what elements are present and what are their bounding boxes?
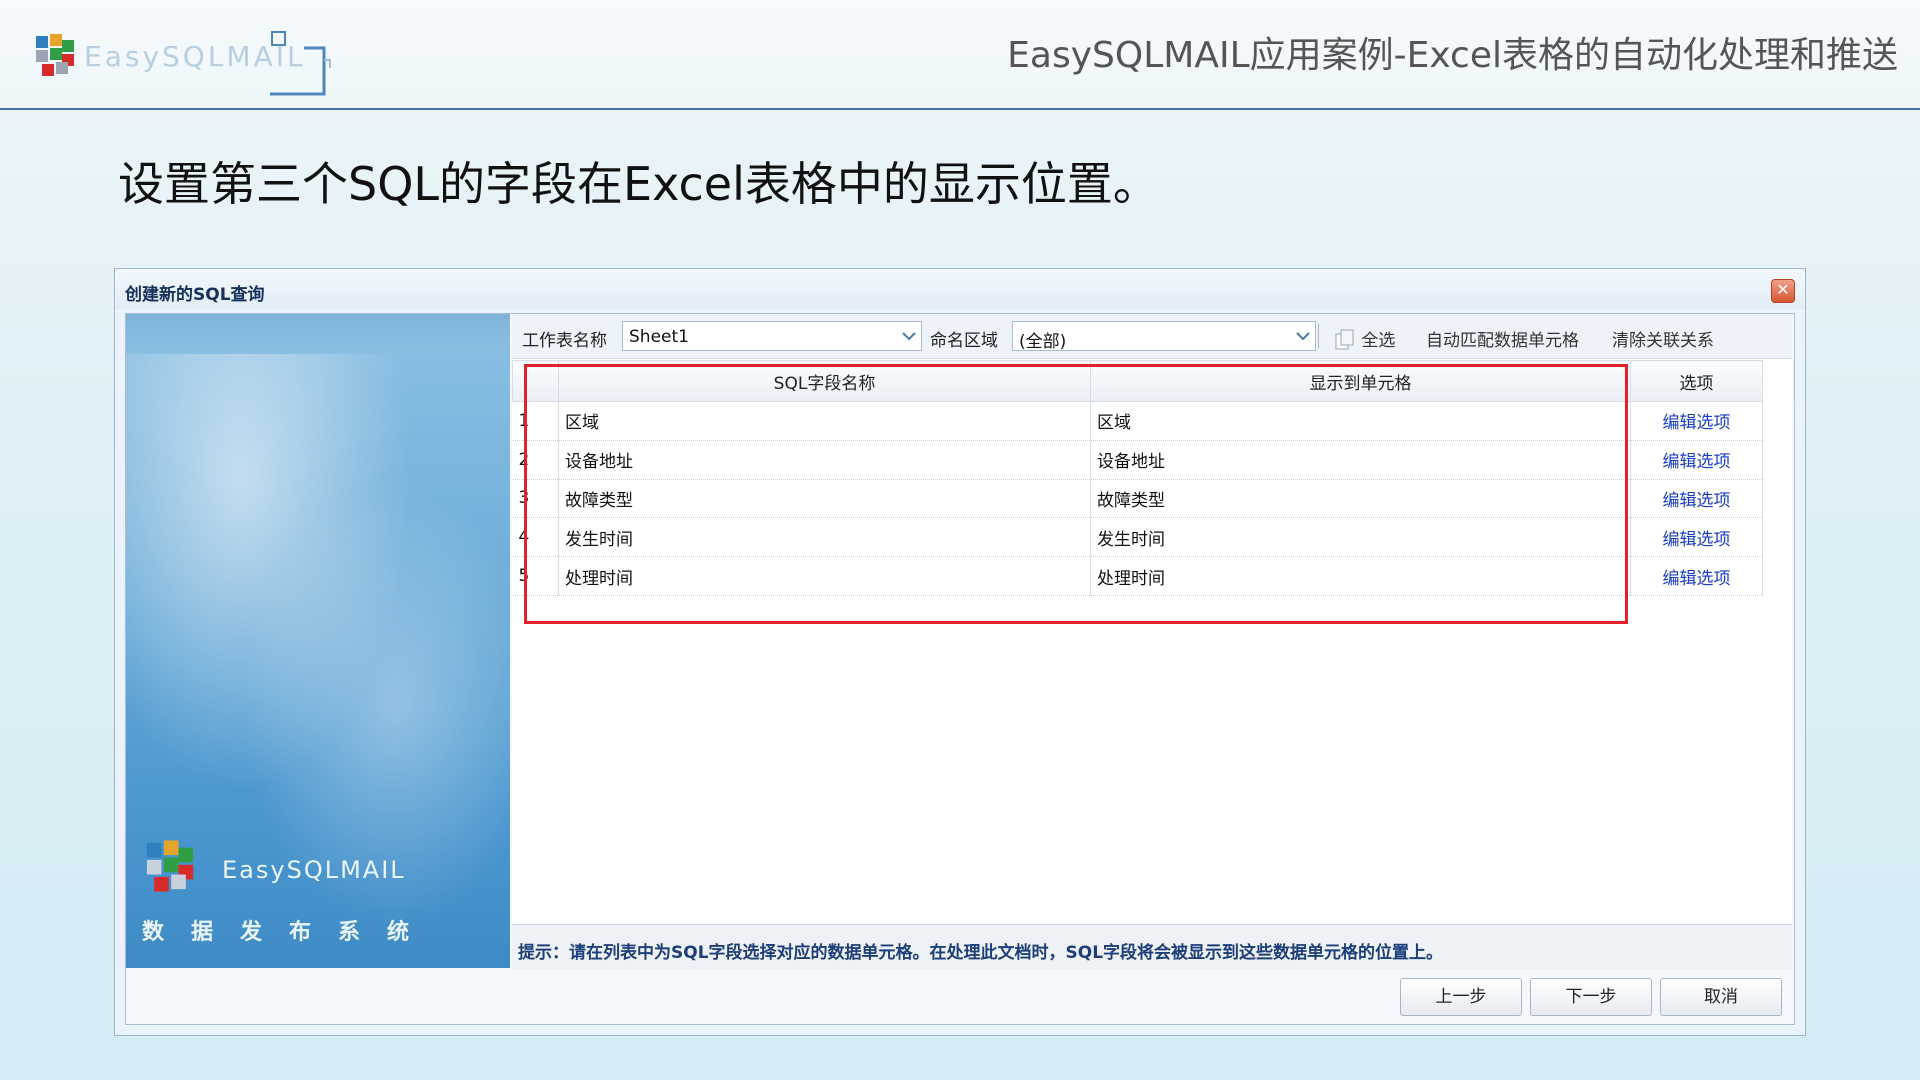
table-row[interactable]: 4 发生时间 发生时间 编辑选项: [512, 517, 1793, 558]
copy-icon: [1335, 329, 1354, 350]
select-all-label: 全选: [1361, 331, 1396, 351]
table-header-row: SQL字段名称 显示到单元格 选项: [512, 360, 1793, 402]
header-filler: [1762, 360, 1793, 402]
wizard-banner: EasySQLMAIL 数据发布系统: [126, 314, 510, 968]
toolbar-separator: [1318, 324, 1319, 348]
chevron-down-icon[interactable]: [1291, 322, 1315, 350]
create-sql-query-dialog: 创建新的SQL查询 ✕ EasySQLMAIL 数据发布系统 工作表名称 She…: [114, 268, 1806, 1036]
options-cell: 编辑选项: [1630, 401, 1763, 441]
sheet-name-select[interactable]: Sheet1: [622, 321, 922, 351]
row-filler: [1763, 518, 1793, 557]
sql-field-cell[interactable]: 区域: [558, 401, 1091, 441]
options-cell: 编辑选项: [1630, 479, 1763, 519]
hint-text: 提示：请在列表中为SQL字段选择对应的数据单元格。在处理此文档时，SQL字段将会…: [518, 943, 1444, 963]
target-cell-cell[interactable]: 设备地址: [1090, 440, 1631, 480]
row-number: 5: [512, 556, 559, 596]
sql-field-cell[interactable]: 故障类型: [558, 479, 1091, 519]
options-cell: 编辑选项: [1630, 440, 1763, 480]
target-cell-cell[interactable]: 故障类型: [1090, 479, 1631, 519]
mapping-toolbar: 工作表名称 Sheet1 命名区域 (全部) 全选 自动匹配数据单元格 清除关联…: [512, 314, 1792, 359]
banner-tagline: 数据发布系统: [142, 920, 437, 945]
sql-field-cell[interactable]: 发生时间: [558, 517, 1091, 558]
target-cell-cell[interactable]: 发生时间: [1090, 517, 1631, 558]
edit-options-link[interactable]: 编辑选项: [1663, 530, 1731, 550]
hint-bar: 提示：请在列表中为SQL字段选择对应的数据单元格。在处理此文档时，SQL字段将会…: [512, 924, 1792, 969]
edit-options-link[interactable]: 编辑选项: [1663, 491, 1731, 511]
row-number: 2: [512, 440, 559, 480]
row-filler: [1763, 402, 1793, 441]
options-cell: 编辑选项: [1630, 556, 1763, 596]
row-number: 3: [512, 479, 559, 519]
row-filler: [1763, 557, 1793, 596]
sheet-name-value: Sheet1: [629, 327, 689, 347]
table-row[interactable]: 5 处理时间 处理时间 编辑选项: [512, 556, 1793, 596]
target-cell-cell[interactable]: 处理时间: [1090, 556, 1631, 596]
column-header-options[interactable]: 选项: [1630, 360, 1763, 402]
close-icon[interactable]: ✕: [1771, 279, 1795, 303]
dialog-footer: 上一步 下一步 取消: [126, 970, 1794, 1024]
select-all-button[interactable]: 全选: [1334, 326, 1395, 351]
banner-strip: [126, 314, 510, 354]
dialog-titlebar[interactable]: 创建新的SQL查询 ✕: [115, 269, 1805, 309]
sheet-name-label: 工作表名称: [522, 331, 607, 351]
logo-cubes-icon: [36, 34, 74, 76]
named-range-label: 命名区域: [930, 331, 998, 351]
logo-cubes-icon: [146, 840, 194, 892]
step-instruction: 设置第三个SQL的字段在Excel表格中的显示位置。: [118, 157, 1159, 211]
target-cell-cell[interactable]: 区域: [1090, 401, 1631, 441]
slide-title: EasySQLMAIL应用案例-Excel表格的自动化处理和推送: [1007, 35, 1898, 76]
column-header-target-cell[interactable]: 显示到单元格: [1090, 360, 1631, 402]
next-button[interactable]: 下一步: [1530, 978, 1652, 1016]
named-range-value: (全部): [1019, 332, 1067, 352]
named-range-select[interactable]: (全部): [1012, 321, 1316, 352]
row-number: 4: [512, 517, 559, 558]
table-row[interactable]: 2 设备地址 设备地址 编辑选项: [512, 440, 1793, 480]
options-cell: 编辑选项: [1630, 517, 1763, 558]
sql-field-cell[interactable]: 处理时间: [558, 556, 1091, 596]
row-number: 1: [512, 401, 559, 441]
previous-button[interactable]: 上一步: [1400, 978, 1522, 1016]
row-filler: [1763, 440, 1793, 479]
edit-options-link[interactable]: 编辑选项: [1663, 569, 1731, 589]
cancel-button[interactable]: 取消: [1660, 978, 1782, 1016]
table-row[interactable]: 1 区域 区域 编辑选项: [512, 401, 1793, 441]
dialog-title: 创建新的SQL查询: [125, 285, 265, 305]
clear-links-button[interactable]: 清除关联关系: [1612, 326, 1714, 351]
table-row[interactable]: 3 故障类型 故障类型 编辑选项: [512, 479, 1793, 519]
dialog-body: EasySQLMAIL 数据发布系统 工作表名称 Sheet1 命名区域 (全部…: [125, 313, 1795, 1025]
chevron-down-icon[interactable]: [897, 322, 921, 350]
row-filler: [1763, 479, 1793, 518]
logo: EasySQLMAIL: [32, 24, 332, 96]
edit-options-link[interactable]: 编辑选项: [1663, 452, 1731, 472]
auto-match-button[interactable]: 自动匹配数据单元格: [1426, 326, 1579, 351]
logo-bracket-decoration: [270, 31, 331, 96]
field-mapping-table: SQL字段名称 显示到单元格 选项 1 区域 区域 编辑选项 2 设备地址 设备…: [512, 360, 1793, 596]
edit-options-link[interactable]: 编辑选项: [1663, 413, 1731, 433]
row-number-header: [512, 360, 559, 402]
sql-field-cell[interactable]: 设备地址: [558, 440, 1091, 480]
banner-brand: EasySQLMAIL: [222, 856, 406, 884]
column-header-sql-field[interactable]: SQL字段名称: [558, 360, 1091, 402]
field-mapping-panel: 工作表名称 Sheet1 命名区域 (全部) 全选 自动匹配数据单元格 清除关联…: [512, 314, 1793, 969]
slide-header: EasySQLMAIL EasySQLMAIL应用案例-Excel表格的自动化处…: [0, 0, 1920, 110]
